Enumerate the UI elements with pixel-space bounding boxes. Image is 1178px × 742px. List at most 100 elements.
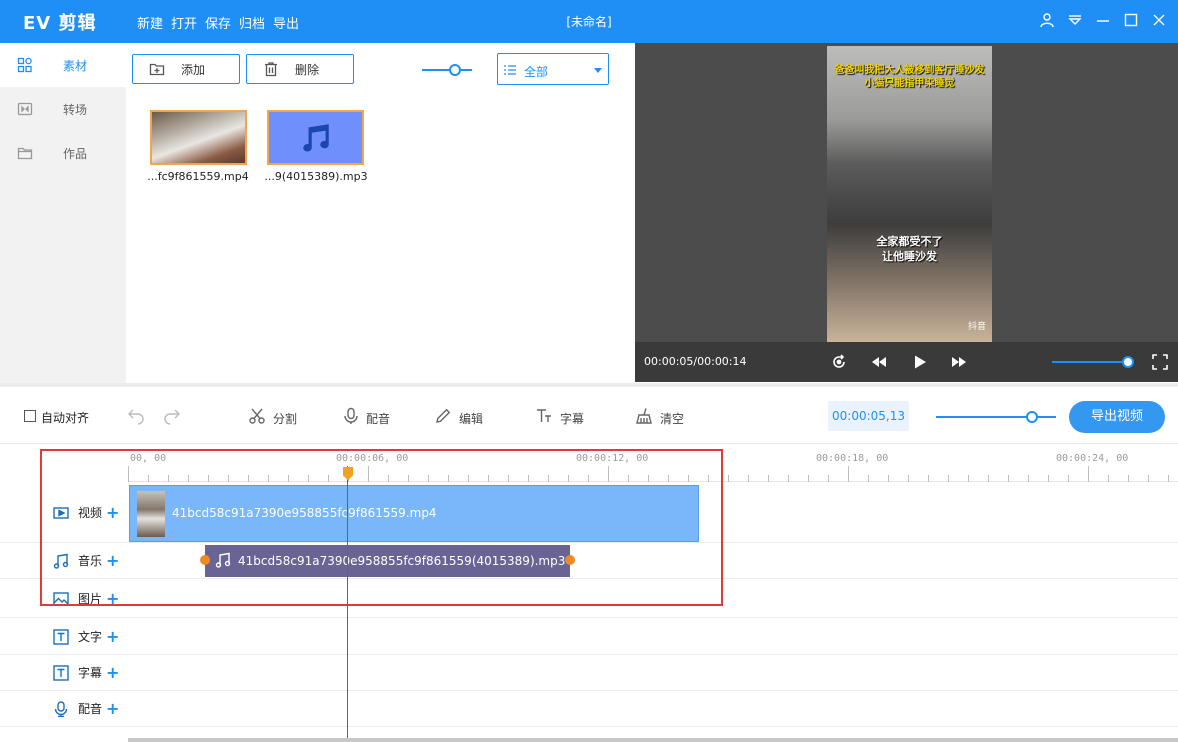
top-menu: 新建 打开 保存 归档 导出	[137, 13, 307, 32]
track-row-subtitle	[0, 655, 1178, 691]
grid-icon	[17, 57, 33, 73]
clear-button[interactable]: 清空	[660, 410, 684, 427]
title-bar: EV 剪辑 新建 打开 保存 归档 导出 [未命名]	[0, 0, 1178, 43]
split-button[interactable]: 分割	[273, 410, 297, 427]
media-caption: ...fc9f861559.mp4	[147, 170, 249, 183]
fast-forward-icon[interactable]	[950, 353, 968, 371]
list-icon	[504, 65, 516, 75]
text-icon	[53, 628, 69, 645]
pencil-icon[interactable]	[434, 407, 452, 425]
auto-align-label: 自动对齐	[41, 411, 90, 425]
export-video-button[interactable]: 导出视频	[1069, 401, 1165, 433]
filter-value: 全部	[524, 65, 549, 79]
music-note-icon	[53, 553, 69, 569]
edit-toolbar: 自动对齐 分割 配音 编辑 字幕 清空 00:00:05,13 导出视频	[0, 387, 1178, 444]
video-preview: 爸爸叫我把大人被移到客厅睡沙发 小猫只能指甲染睡觉 全家都受不了 让他睡沙发 抖…	[635, 43, 1178, 382]
audio-clip-end-handle[interactable]	[565, 555, 575, 565]
menu-save[interactable]: 保存	[205, 13, 239, 32]
track-name: 音乐	[78, 554, 103, 568]
video-clip[interactable]: 41bcd58c91a7390e958855fc9f861559.mp4	[129, 485, 699, 542]
close-icon[interactable]	[1150, 11, 1168, 29]
minimize-icon[interactable]	[1094, 11, 1112, 29]
slider-knob[interactable]	[448, 64, 461, 76]
preview-caption-top: 爸爸叫我把大人被移到客厅睡沙发 小猫只能指甲染睡觉	[827, 64, 992, 90]
undo-icon[interactable]	[127, 407, 145, 425]
chevron-down-icon	[594, 68, 602, 73]
tick-label: 00:00:12, 00	[576, 453, 649, 464]
playback-bar: 00:00:05/00:00:14	[635, 342, 1178, 382]
edit-button[interactable]: 编辑	[459, 410, 483, 427]
left-nav: 素材 转场 作品	[0, 43, 126, 383]
trash-icon	[265, 62, 277, 77]
add-subtitle-button[interactable]: +	[106, 664, 119, 681]
audio-clip[interactable]: 41bcd58c91a7390e958855fc9f861559(4015389…	[205, 545, 570, 577]
fullscreen-icon[interactable]	[1151, 353, 1169, 371]
subtitle-button[interactable]: 字幕	[560, 410, 584, 427]
menu-open[interactable]: 打开	[171, 13, 205, 32]
auto-align-checkbox[interactable]	[24, 410, 36, 422]
add-image-button[interactable]: +	[106, 590, 119, 607]
folder-icon	[17, 145, 33, 161]
broom-icon[interactable]	[635, 407, 653, 425]
audio-clip-start-handle[interactable]	[200, 555, 210, 565]
add-voiceover-button[interactable]: +	[106, 700, 119, 717]
nav-label: 转场	[63, 102, 88, 117]
volume-slider[interactable]	[1052, 356, 1134, 368]
time-ruler[interactable]: 00, 00 00:00:06, 00 00:00:12, 00 00:00:1…	[128, 444, 1178, 482]
media-thumb-audio[interactable]	[267, 110, 364, 165]
menu-new[interactable]: 新建	[137, 13, 171, 32]
preview-frame[interactable]: 爸爸叫我把大人被移到客厅睡沙发 小猫只能指甲染睡觉 全家都受不了 让他睡沙发 抖…	[827, 46, 992, 342]
menu-archive[interactable]: 归档	[239, 13, 273, 32]
media-thumb-video[interactable]	[150, 110, 247, 165]
play-icon[interactable]	[911, 353, 929, 371]
nav-label: 作品	[63, 146, 88, 161]
add-text-button[interactable]: +	[106, 628, 119, 645]
replay-icon[interactable]	[830, 353, 848, 371]
track-label-image: 图片 +	[53, 590, 119, 607]
track-row-text	[0, 618, 1178, 655]
clip-thumbnail	[137, 491, 165, 537]
clip-name: 41bcd58c91a7390e958855fc9f861559.mp4	[172, 506, 437, 520]
caption-text: 爸爸叫我把大人被移到客厅睡沙发 小猫只能指甲染睡觉	[834, 65, 985, 89]
app-logo: EV 剪辑	[23, 13, 97, 34]
caption-text: 全家都受不了 让他睡沙发	[876, 235, 943, 263]
image-icon	[53, 591, 69, 607]
text-format-icon[interactable]	[535, 407, 553, 425]
menu-dropdown-icon[interactable]	[1066, 11, 1084, 29]
microphone-icon[interactable]	[342, 407, 360, 425]
track-name: 文字	[78, 630, 103, 644]
preview-caption-middle: 全家都受不了 让他睡沙发	[827, 234, 992, 264]
music-note-icon	[215, 552, 231, 568]
tick-label: 00:00:06, 00	[336, 453, 409, 464]
track-row-image	[0, 579, 1178, 618]
menu-export[interactable]: 导出	[273, 13, 307, 32]
user-icon[interactable]	[1038, 11, 1056, 29]
rewind-icon[interactable]	[870, 353, 888, 371]
nav-item-works[interactable]: 作品	[0, 131, 126, 175]
horizontal-scrollbar[interactable]	[128, 738, 1178, 742]
add-button[interactable]: 添加	[132, 54, 240, 84]
playback-time: 00:00:05/00:00:14	[644, 355, 747, 368]
maximize-icon[interactable]	[1122, 11, 1140, 29]
add-music-button[interactable]: +	[106, 552, 119, 569]
tick-label: 00, 00	[130, 453, 167, 464]
playhead-line[interactable]	[347, 466, 348, 742]
track-name: 配音	[78, 702, 103, 716]
timeline-zoom-slider[interactable]	[936, 411, 1056, 423]
filter-select[interactable]: 全部	[497, 53, 609, 85]
slider-knob[interactable]	[1026, 411, 1038, 423]
watermark: 抖音	[967, 322, 986, 332]
slider-knob[interactable]	[1122, 356, 1134, 368]
nav-item-material[interactable]: 素材	[0, 43, 126, 87]
voiceover-button[interactable]: 配音	[366, 410, 390, 427]
scissors-icon[interactable]	[248, 407, 266, 425]
track-name: 视频	[78, 506, 103, 520]
media-library: 添加 删除 全部 ...fc9f861559.mp4 ...9(4015389)…	[126, 43, 630, 383]
redo-icon[interactable]	[163, 407, 181, 425]
current-timecode: 00:00:05,13	[828, 401, 909, 431]
video-track-icon	[53, 505, 69, 521]
nav-item-transition[interactable]: 转场	[0, 87, 126, 131]
delete-button[interactable]: 删除	[246, 54, 354, 84]
thumbnail-size-slider[interactable]	[422, 64, 472, 76]
add-video-button[interactable]: +	[106, 504, 119, 521]
